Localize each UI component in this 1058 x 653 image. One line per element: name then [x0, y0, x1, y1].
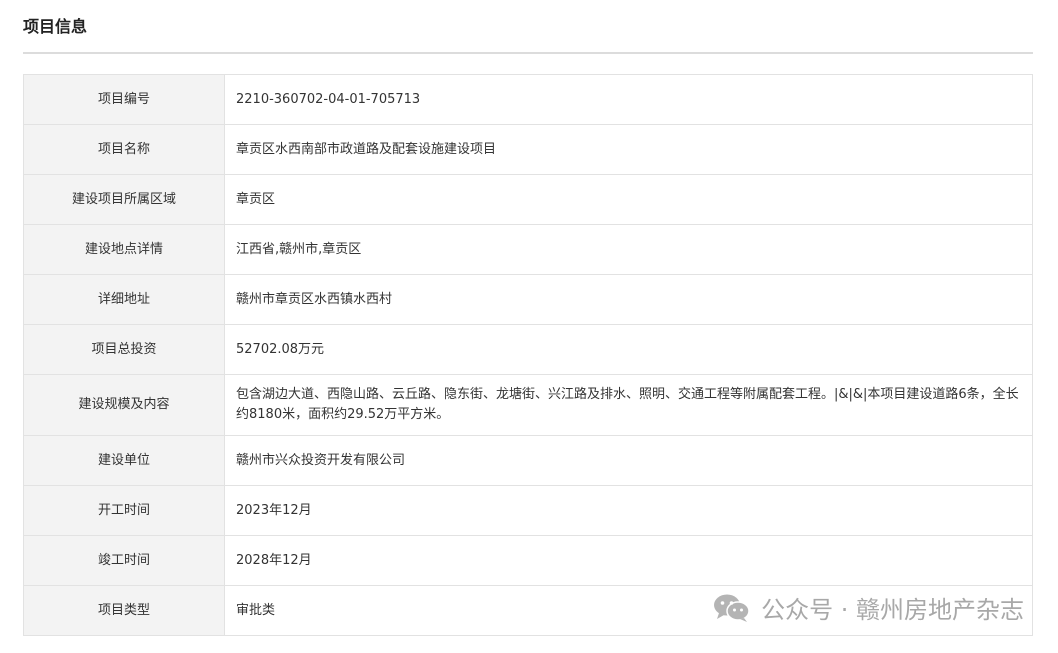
- row-value: 章贡区: [224, 174, 1033, 225]
- row-label: 建设单位: [23, 435, 225, 486]
- table-row: 建设地点详情 江西省,赣州市,章贡区: [23, 224, 1033, 275]
- table-row: 建设规模及内容 包含湖边大道、西隐山路、云丘路、隐东街、龙塘街、兴江路及排水、照…: [23, 374, 1033, 436]
- table-row: 建设单位 赣州市兴众投资开发有限公司: [23, 435, 1033, 486]
- section-title: 项目信息: [23, 17, 88, 36]
- table-row: 项目总投资 52702.08万元: [23, 324, 1033, 375]
- row-value: 包含湖边大道、西隐山路、云丘路、隐东街、龙塘街、兴江路及排水、照明、交通工程等附…: [224, 374, 1033, 436]
- row-label: 竣工时间: [23, 535, 225, 586]
- row-label: 建设规模及内容: [23, 374, 225, 436]
- row-value: 赣州市兴众投资开发有限公司: [224, 435, 1033, 486]
- row-label: 项目编号: [23, 74, 225, 125]
- table-row: 项目名称 章贡区水西南部市政道路及配套设施建设项目: [23, 124, 1033, 175]
- row-label: 建设地点详情: [23, 224, 225, 275]
- row-value: 2028年12月: [224, 535, 1033, 586]
- row-label: 项目名称: [23, 124, 225, 175]
- row-value: 章贡区水西南部市政道路及配套设施建设项目: [224, 124, 1033, 175]
- title-divider: [23, 52, 1033, 54]
- row-label: 项目总投资: [23, 324, 225, 375]
- table-row: 开工时间 2023年12月: [23, 485, 1033, 536]
- row-label: 项目类型: [23, 585, 225, 636]
- table-row: 详细地址 赣州市章贡区水西镇水西村: [23, 274, 1033, 325]
- row-value: 江西省,赣州市,章贡区: [224, 224, 1033, 275]
- table-row: 建设项目所属区域 章贡区: [23, 174, 1033, 225]
- table-row: 项目编号 2210-360702-04-01-705713: [23, 74, 1033, 125]
- project-info-page: 项目信息 项目编号 2210-360702-04-01-705713 项目名称 …: [0, 0, 1058, 653]
- row-value: 2023年12月: [224, 485, 1033, 536]
- watermark: 公众号 · 赣州房地产杂志: [713, 590, 1024, 625]
- table-row: 竣工时间 2028年12月: [23, 535, 1033, 586]
- row-value: 赣州市章贡区水西镇水西村: [224, 274, 1033, 325]
- row-label: 建设项目所属区域: [23, 174, 225, 225]
- row-label: 开工时间: [23, 485, 225, 536]
- project-info-table: 项目编号 2210-360702-04-01-705713 项目名称 章贡区水西…: [23, 74, 1033, 636]
- wechat-icon: [714, 594, 750, 622]
- watermark-text: 公众号 · 赣州房地产杂志: [761, 596, 1024, 624]
- row-label: 详细地址: [23, 274, 225, 325]
- row-value: 52702.08万元: [224, 324, 1033, 375]
- row-value: 2210-360702-04-01-705713: [224, 74, 1033, 125]
